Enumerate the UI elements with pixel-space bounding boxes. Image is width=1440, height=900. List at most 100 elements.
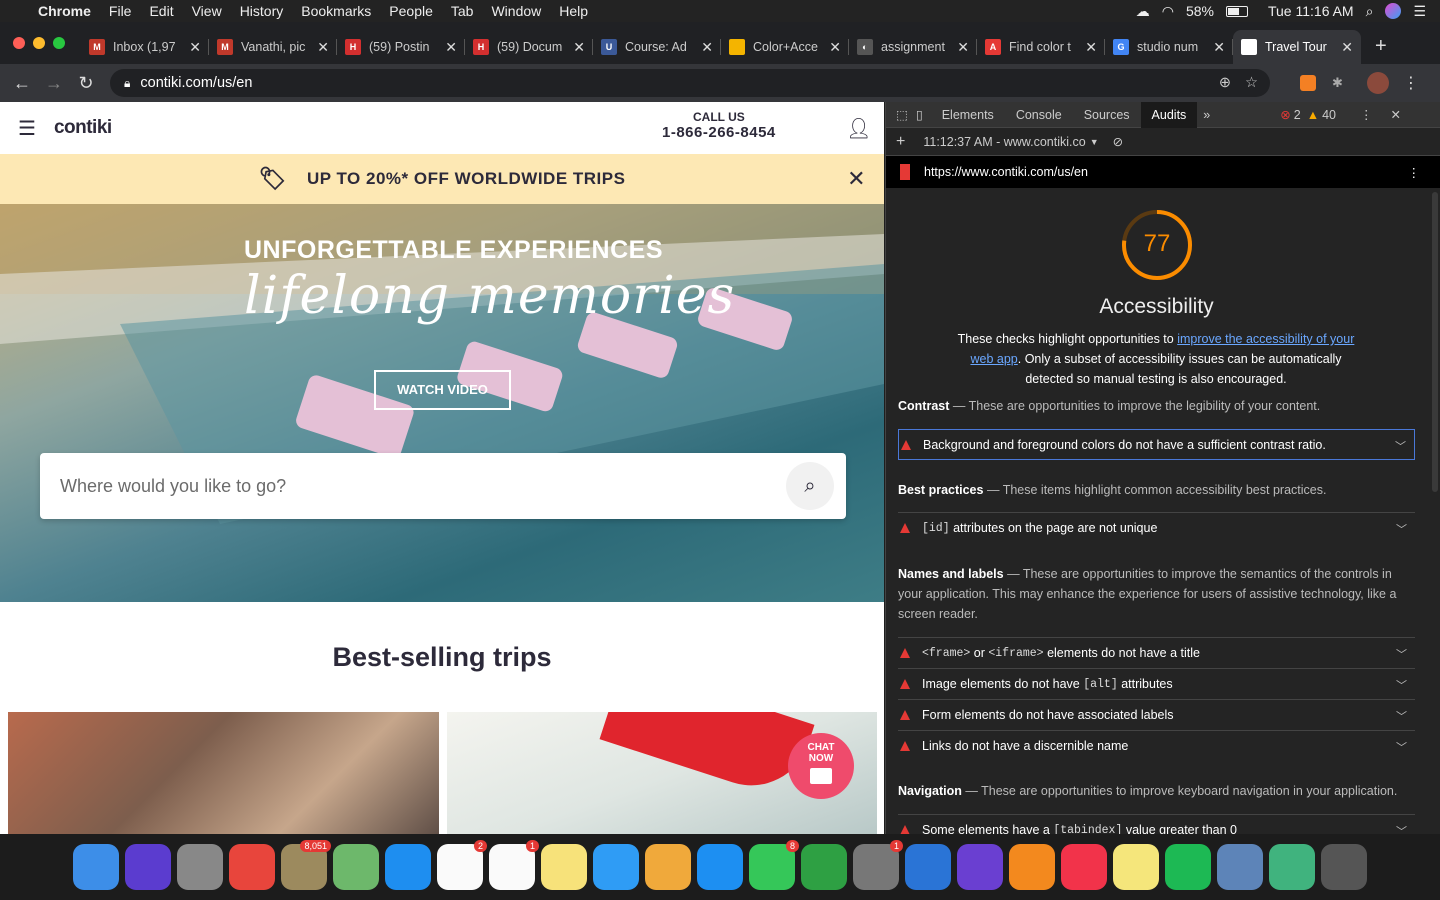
- hamburger-menu-icon[interactable]: ☰: [18, 116, 36, 141]
- appstore-icon[interactable]: [697, 844, 743, 890]
- spotify-icon[interactable]: [1165, 844, 1211, 890]
- close-promo-icon[interactable]: ✕: [847, 166, 866, 192]
- menu-help[interactable]: Help: [559, 3, 588, 19]
- launchpad-icon[interactable]: [177, 844, 223, 890]
- close-tab-icon[interactable]: ✕: [957, 39, 969, 56]
- close-tab-icon[interactable]: ✕: [317, 39, 329, 56]
- siri-icon[interactable]: [125, 844, 171, 890]
- chevron-down-icon[interactable]: ﹀: [1396, 823, 1407, 834]
- zoom-window-button[interactable]: [53, 37, 65, 49]
- forward-button[interactable]: →: [38, 73, 70, 94]
- facetime-icon[interactable]: 8: [749, 840, 799, 890]
- site-logo[interactable]: contiki: [54, 117, 112, 139]
- battery-icon[interactable]: [1225, 5, 1248, 17]
- creative-cloud-icon[interactable]: ☁: [1136, 3, 1150, 20]
- search-icon[interactable]: ⌕: [786, 462, 834, 510]
- tab-console[interactable]: Console: [1005, 102, 1073, 128]
- chevron-down-icon[interactable]: ﹀: [1396, 646, 1407, 662]
- reload-button[interactable]: ↻: [70, 73, 102, 94]
- audit-image-alt[interactable]: Image elements do not have [alt] attribu…: [898, 668, 1415, 699]
- report-menu-icon[interactable]: ⋮: [1408, 165, 1421, 180]
- close-tab-icon[interactable]: ✕: [1341, 39, 1353, 56]
- notes-icon[interactable]: [541, 844, 587, 890]
- audit-contrast-ratio[interactable]: Background and foreground colors do not …: [898, 429, 1415, 460]
- watch-video-button[interactable]: WATCH VIDEO: [374, 370, 511, 410]
- account-icon[interactable]: 👤︎: [846, 116, 871, 141]
- close-tab-icon[interactable]: ✕: [829, 39, 841, 56]
- audit-link-name[interactable]: Links do not have a discernible name ﹀: [898, 730, 1415, 761]
- search-input[interactable]: Where would you like to go?: [60, 476, 286, 497]
- audit-session-select[interactable]: 11:12:37 AM - www.contiki.co: [923, 135, 1085, 149]
- close-window-button[interactable]: [13, 37, 25, 49]
- messages-icon[interactable]: [593, 844, 639, 890]
- system-preferences-icon[interactable]: 1: [853, 840, 903, 890]
- menu-bookmarks[interactable]: Bookmarks: [301, 3, 371, 19]
- siri-menu-icon[interactable]: [1385, 3, 1402, 19]
- error-count[interactable]: 2: [1294, 108, 1301, 122]
- promo-banner[interactable]: 🏷︎ UP TO 20%* OFF WORLDWIDE TRIPS ✕: [0, 154, 884, 204]
- chat-now-button[interactable]: CHAT NOW: [788, 733, 854, 799]
- menu-edit[interactable]: Edit: [149, 3, 173, 19]
- browser-tab[interactable]: Travel Tour ✕: [1233, 30, 1361, 64]
- wifi-icon[interactable]: ◠: [1162, 3, 1174, 20]
- clock[interactable]: Tue 11:16 AM: [1268, 3, 1354, 19]
- session-dropdown-icon[interactable]: ▼: [1090, 137, 1099, 147]
- tab-audits[interactable]: Audits: [1140, 102, 1198, 128]
- news-icon[interactable]: [1061, 844, 1107, 890]
- books-icon[interactable]: [1009, 844, 1055, 890]
- chrome-menu-icon[interactable]: ⋮: [1403, 73, 1419, 93]
- extension-icon[interactable]: [1300, 75, 1316, 91]
- stickies-icon[interactable]: [1113, 844, 1159, 890]
- finder-icon[interactable]: [73, 844, 119, 890]
- audit-tabindex[interactable]: Some elements have a [tabindex] value gr…: [898, 814, 1415, 834]
- extension-paw-icon[interactable]: ✱: [1332, 75, 1343, 91]
- destination-search[interactable]: Where would you like to go? ⌕: [40, 453, 846, 519]
- close-tab-icon[interactable]: ✕: [701, 39, 713, 56]
- numbers-icon[interactable]: [801, 844, 847, 890]
- photos-icon[interactable]: [645, 844, 691, 890]
- profile-avatar[interactable]: [1366, 72, 1389, 94]
- menu-people[interactable]: People: [389, 3, 433, 19]
- menu-view[interactable]: View: [192, 3, 222, 19]
- chevron-down-icon[interactable]: ﹀: [1396, 521, 1407, 537]
- new-tab-button[interactable]: +: [1375, 35, 1387, 58]
- menu-file[interactable]: File: [109, 3, 132, 19]
- browser-tab[interactable]: M Inbox (1,97 ✕: [81, 30, 209, 64]
- omnibox[interactable]: 🔒︎ contiki.com/us/en ⊕ ☆: [110, 69, 1270, 97]
- tab-sources[interactable]: Sources: [1073, 102, 1141, 128]
- error-icon[interactable]: ⊗: [1280, 107, 1290, 122]
- more-tabs-icon[interactable]: »: [1203, 108, 1210, 122]
- browser-tab[interactable]: Gstudio num ✕: [1105, 30, 1233, 64]
- browser-tab[interactable]: Color+Acce ✕: [721, 30, 849, 64]
- bookmark-star-icon[interactable]: ☆: [1245, 75, 1258, 91]
- inspect-element-icon[interactable]: ⬚: [896, 107, 908, 122]
- back-button[interactable]: ←: [6, 73, 38, 94]
- maps-icon[interactable]: [333, 844, 379, 890]
- chrome-icon[interactable]: [229, 844, 275, 890]
- atom-icon[interactable]: [1269, 844, 1315, 890]
- safari-icon[interactable]: [385, 844, 431, 890]
- audit-id-unique[interactable]: [id] attributes on the page are not uniq…: [898, 512, 1415, 543]
- menu-tab[interactable]: Tab: [451, 3, 474, 19]
- tab-elements[interactable]: Elements: [931, 102, 1005, 128]
- new-audit-icon[interactable]: +: [896, 133, 905, 151]
- browser-tab[interactable]: H (59) Postin ✕: [337, 30, 465, 64]
- audit-frame-title[interactable]: <frame> or <iframe> elements do not have…: [898, 637, 1415, 668]
- browser-tab[interactable]: ◐ assignment ✕: [849, 30, 977, 64]
- browser-tab[interactable]: A Find color t ✕: [977, 30, 1105, 64]
- install-icon[interactable]: ⊕: [1219, 75, 1231, 91]
- browser-tab[interactable]: U Course: Ad ✕: [593, 30, 721, 64]
- mail-icon[interactable]: 8,051: [281, 840, 331, 890]
- chevron-down-icon[interactable]: ﹀: [1396, 677, 1407, 693]
- warning-icon[interactable]: ▲: [1307, 108, 1319, 122]
- close-tab-icon[interactable]: ✕: [189, 39, 201, 56]
- call-us-block[interactable]: CALL US 1-866-266-8454: [662, 110, 776, 141]
- browser-tab[interactable]: H (59) Docum ✕: [465, 30, 593, 64]
- close-tab-icon[interactable]: ✕: [445, 39, 457, 56]
- menu-history[interactable]: History: [240, 3, 284, 19]
- preview-icon[interactable]: [1217, 844, 1263, 890]
- devtools-menu-icon[interactable]: ⋮: [1360, 107, 1373, 122]
- spotlight-icon[interactable]: ⌕: [1366, 3, 1374, 20]
- close-tab-icon[interactable]: ✕: [1085, 39, 1097, 56]
- trip-card-venice[interactable]: [8, 712, 439, 834]
